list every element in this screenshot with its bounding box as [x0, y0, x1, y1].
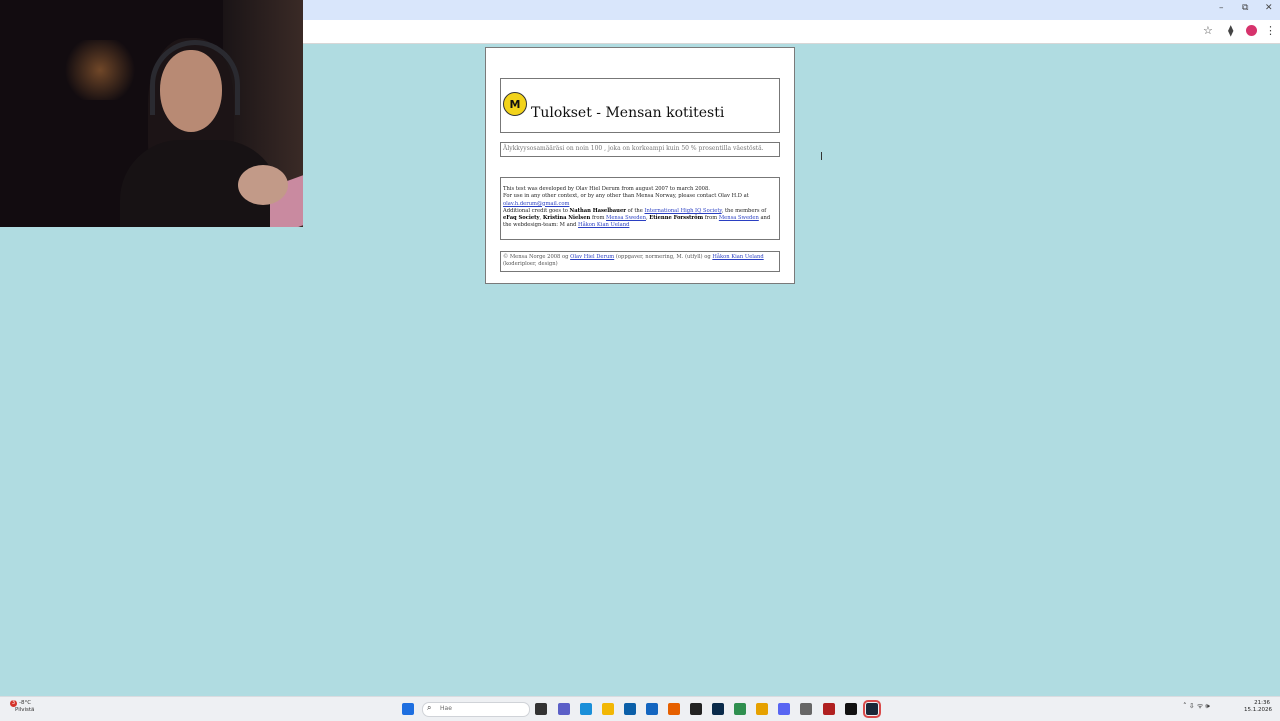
webcam-overlay — [0, 0, 303, 227]
obs-icon[interactable] — [823, 703, 835, 715]
mensa-sweden-link[interactable]: Mensa Sweden — [719, 215, 759, 221]
header-box: M Tulokset - Mensan kotitesti — [500, 78, 780, 133]
close-button[interactable]: ✕ — [1265, 3, 1273, 13]
credits-text-fragment: Additional credit goes to — [503, 207, 568, 214]
copyright-text: © Mensa Norge 2008 og Olav Hiel Derum (o… — [503, 254, 777, 269]
credits-text-fragment: from — [704, 215, 718, 222]
person-hand — [238, 165, 288, 205]
firefox-icon[interactable] — [668, 703, 680, 715]
browser-tab-bar: – ⧉ ✕ — [303, 0, 1280, 20]
menu-icon[interactable]: ⋮ — [1265, 24, 1276, 38]
steam-icon[interactable] — [863, 700, 881, 718]
chrome-icon[interactable] — [756, 703, 768, 715]
credit-name: Kristina Nielsen — [542, 215, 591, 222]
photos-icon[interactable] — [734, 703, 746, 715]
copyright-fragment: (oppgaver, normering, M. (utfyll) og — [615, 254, 711, 260]
credits-text-fragment: , the members of — [721, 207, 767, 214]
start-icon[interactable] — [402, 703, 414, 715]
system-tray[interactable]: ˄ ⇩ ᯤ 🕪 — [1183, 702, 1210, 711]
edge-icon[interactable] — [580, 703, 592, 715]
credits-line-2: For use in any other context, or by any … — [503, 193, 749, 200]
store-icon[interactable] — [624, 703, 636, 715]
restore-button[interactable]: ⧉ — [1242, 3, 1248, 13]
mail-icon[interactable] — [646, 703, 658, 715]
profile-icon[interactable] — [1246, 25, 1257, 36]
copyright-box: © Mensa Norge 2008 og Olav Hiel Derum (o… — [500, 251, 780, 272]
result-box: Älykkyysosamääräsi on noin 100 , joka on… — [500, 142, 780, 157]
credit-name: eFaq Society — [503, 215, 540, 222]
clock-time: 21:36 — [1254, 700, 1270, 706]
discord-icon[interactable] — [778, 703, 790, 715]
search-placeholder: Hae — [440, 705, 452, 712]
weather-label: Pilvistä — [15, 707, 35, 713]
credits-text-fragment: of the — [627, 207, 643, 214]
result-text: Älykkyysosamääräsi on noin 100 , joka on… — [503, 145, 764, 152]
copyright-fragment: © Mensa Norge 2008 og — [503, 254, 569, 260]
file-icon[interactable] — [535, 703, 547, 715]
ps-icon[interactable] — [712, 703, 724, 715]
mensa-sweden-link[interactable]: Mensa Sweden — [606, 215, 646, 221]
page-title: Tulokset - Mensan kotitesti — [531, 105, 725, 121]
credits-text: This test was developed by Olav Hiel Der… — [503, 186, 771, 229]
credits-line-1: This test was developed by Olav Hiel Der… — [503, 186, 710, 192]
teams-icon[interactable] — [558, 703, 570, 715]
page-panel: M Tulokset - Mensan kotitesti Älykkyysos… — [485, 47, 795, 284]
credits-text-fragment: from — [591, 215, 605, 222]
logo-text: M — [509, 97, 521, 111]
minimize-button[interactable]: – — [1219, 3, 1224, 13]
star-icon[interactable]: ☆ — [1203, 24, 1213, 38]
iq-society-link[interactable]: International High IQ Society — [645, 208, 722, 214]
olav-link[interactable]: Olav Hiel Derum — [570, 254, 614, 260]
tray-icons: ˄ ⇩ ᯤ 🕪 — [1183, 702, 1210, 710]
weather-temp: -8°C — [19, 700, 32, 706]
background-light — [60, 40, 140, 100]
extensions-icon[interactable]: ⧫ — [1228, 24, 1233, 38]
hakon-link[interactable]: Håkon Kian Ueland — [578, 222, 629, 228]
taskbar-search[interactable]: ⌕ Hae — [422, 702, 530, 717]
taskbar-clock[interactable]: 21:36 15.1.2026 — [1244, 700, 1272, 714]
weather-widget[interactable]: 3 -8°C Pilvistä — [10, 700, 34, 713]
browser-toolbar: ☆ ⧫ ⋮ — [303, 20, 1280, 44]
clock-date: 15.1.2026 — [1244, 707, 1272, 713]
epic-icon[interactable] — [845, 703, 857, 715]
search-icon: ⌕ — [427, 703, 432, 712]
taskbar: 3 -8°C Pilvistä ⌕ Hae ˄ ⇩ ᯤ 🕪 21:36 15.1.… — [0, 696, 1280, 721]
dropbox-icon[interactable] — [690, 703, 702, 715]
mensa-logo-icon: M — [503, 92, 527, 116]
credit-name: Nathan Haselbauer — [569, 207, 626, 214]
settings-icon[interactable] — [800, 703, 812, 715]
alert-badge: 3 — [10, 700, 17, 707]
explorer-icon[interactable] — [602, 703, 614, 715]
credits-box: This test was developed by Olav Hiel Der… — [500, 177, 780, 240]
hakon-copyright-link[interactable]: Håkon Kian Ueland — [712, 254, 763, 260]
copyright-fragment: (koderiploer, design) — [503, 261, 558, 268]
email-link[interactable]: olav.h.derum@gmail.com — [503, 201, 569, 207]
credit-name: Etienne Forsström — [649, 215, 704, 222]
